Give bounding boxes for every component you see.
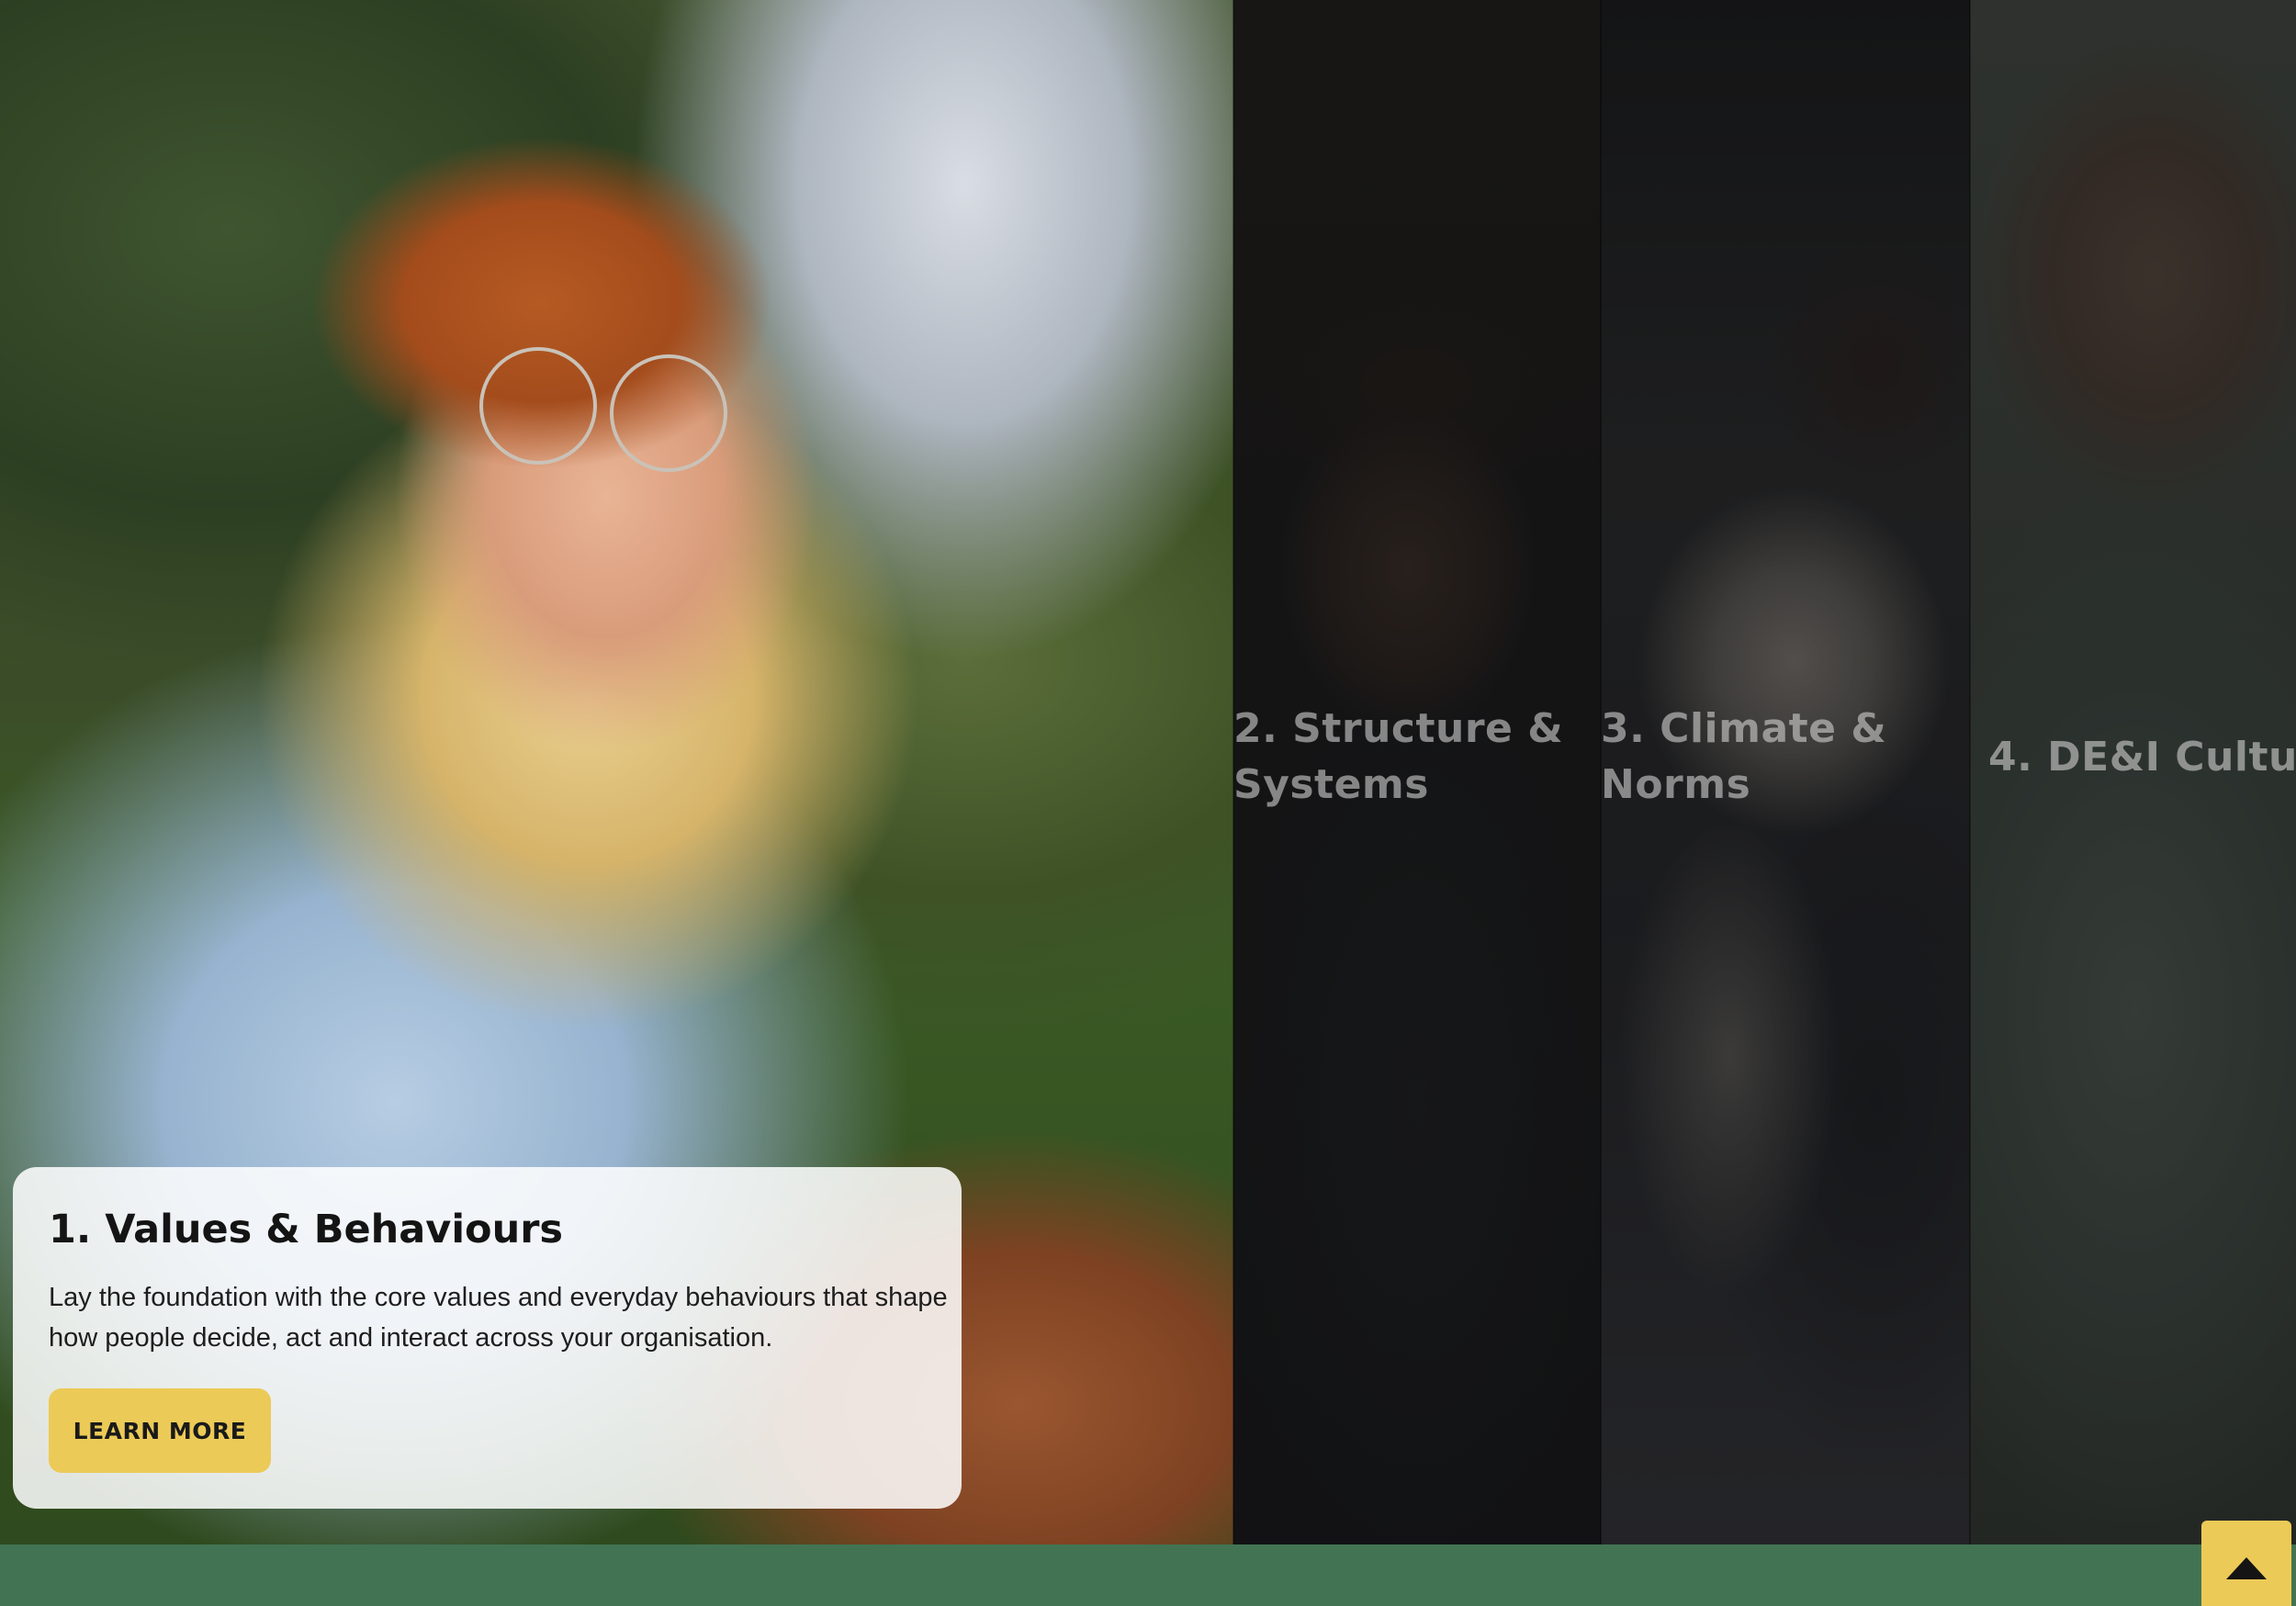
panel-divider xyxy=(1969,0,1971,1544)
back-to-top-button[interactable] xyxy=(2201,1521,2291,1606)
panel-dei-culture[interactable]: 4. DE&I Culture xyxy=(1970,0,2296,1544)
photo-detail-glasses-right xyxy=(610,354,727,472)
panel-title-values-behaviours: 1. Values & Behaviours xyxy=(49,1207,564,1252)
panel-climate-norms[interactable]: 3. Climate & Norms xyxy=(1601,0,1970,1544)
panel-title-structure-systems: 2. Structure & Systems xyxy=(1233,705,1564,808)
photo-detail-glasses-left xyxy=(479,347,597,465)
panel-divider xyxy=(1232,0,1234,1544)
culture-accordion: 1. Values & Behaviours Lay the foundatio… xyxy=(0,0,2296,1544)
panel-values-behaviours[interactable]: 1. Values & Behaviours Lay the foundatio… xyxy=(0,0,1233,1544)
learn-more-button[interactable]: LEARN MORE xyxy=(49,1388,271,1473)
triangle-up-icon xyxy=(2226,1557,2267,1579)
panel-divider xyxy=(1600,0,1602,1544)
footer-band xyxy=(0,1544,2296,1606)
panel-content-card: 1. Values & Behaviours Lay the foundatio… xyxy=(13,1167,962,1509)
panel-structure-systems[interactable]: 2. Structure & Systems xyxy=(1233,0,1601,1544)
panel-title-climate-norms: 3. Climate & Norms xyxy=(1601,705,1887,808)
panel-description: Lay the foundation with the core values … xyxy=(49,1283,948,1353)
panel-title-dei-culture: 4. DE&I Culture xyxy=(1988,734,2296,781)
